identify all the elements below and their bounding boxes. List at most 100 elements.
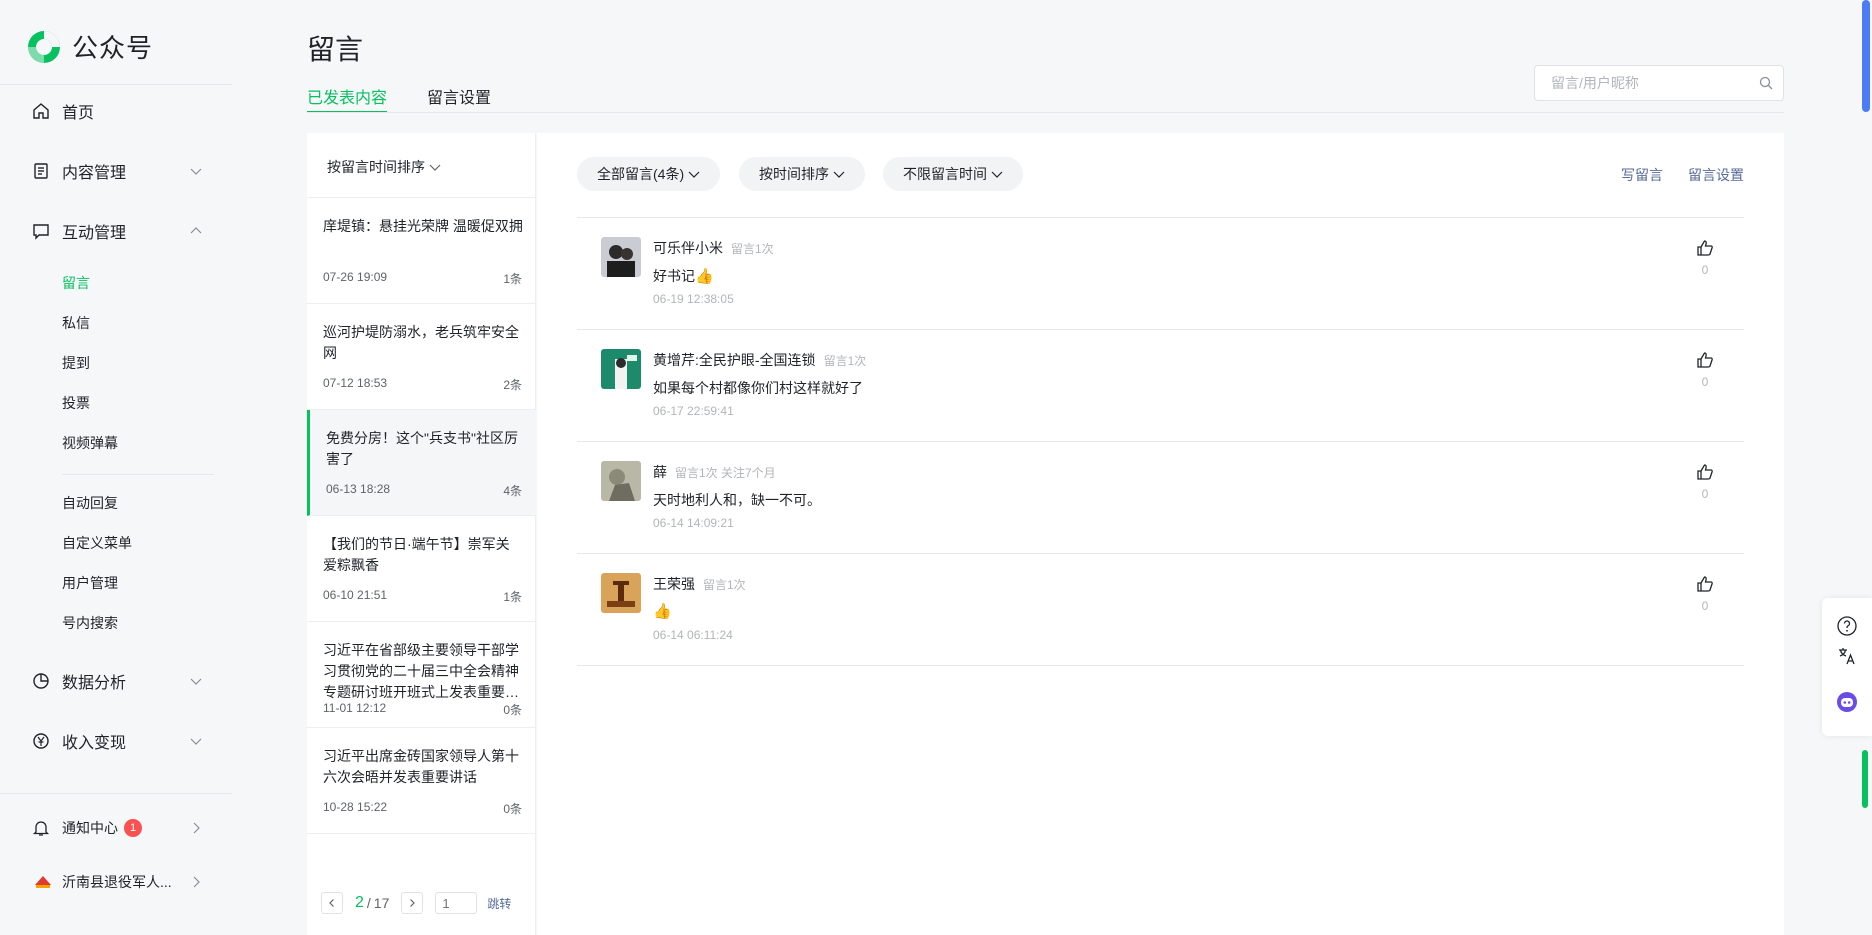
avatar[interactable] [601, 573, 641, 613]
comment-body: 天时地利人和，缺一不可。 [653, 492, 821, 508]
post-date: 06-13 18:28 [326, 482, 391, 496]
scrollbar-thumb[interactable] [1862, 0, 1870, 112]
search-input[interactable] [1551, 75, 1759, 91]
chevron-down-icon [991, 171, 1003, 178]
sidebar: 公众号 首页 内容管理 互动管理 留言 私信 提到 投票 视频弹幕 自动回复 自… [0, 0, 232, 935]
next-page-button[interactable] [401, 892, 424, 914]
comment-user[interactable]: 王荣强 留言1次 [653, 574, 746, 594]
user-name: 薛 [653, 464, 667, 480]
like-button[interactable]: 0 [1690, 462, 1720, 501]
comment-user[interactable]: 可乐伴小米 留言1次 [653, 238, 774, 258]
user-name: 黄增芹:全民护眼-全国连锁 [653, 352, 816, 368]
comment-user[interactable]: 薛留言1次 关注7个月 [653, 462, 776, 482]
user-meta: 留言1次 [823, 354, 867, 368]
page-separator: / [366, 895, 371, 911]
comment-item: 黄增芹:全民护眼-全国连锁 留言1次 如果每个村都像你们村这样就好了 06-17 … [577, 330, 1744, 441]
notification-center[interactable]: 通知中心 1 [32, 810, 202, 846]
like-button[interactable]: 0 [1690, 574, 1720, 613]
brand[interactable]: 公众号 [26, 28, 153, 65]
sidebar-item-interaction[interactable]: 互动管理 [32, 213, 202, 249]
like-button[interactable]: 0 [1690, 238, 1720, 277]
post-item[interactable]: 习近平出席金砖国家领导人第十六次会晤并发表重要讲话 10-28 15:22 0条 [307, 728, 536, 834]
search-box [1534, 65, 1784, 101]
sidebar-sub-danmaku[interactable]: 视频弹幕 [62, 431, 118, 455]
comments-panel: 全部留言(4条) 按时间排序 不限留言时间 写留言 留言设置 可乐伴小米 留言1次… [537, 133, 1784, 935]
filter-time-range[interactable]: 不限留言时间 [883, 157, 1023, 191]
assistant-bot-icon[interactable] [1835, 690, 1859, 714]
post-item[interactable]: 巡河护堤防溺水，老兵筑牢安全网 07-12 18:53 2条 [307, 304, 536, 410]
pagination: 2 / 17 跳转 [321, 891, 531, 915]
chevron-up-icon [190, 227, 202, 234]
comment-text: 👍 [653, 602, 672, 620]
tab-published[interactable]: 已发表内容 [307, 84, 388, 113]
avatar[interactable] [601, 461, 641, 501]
post-comment-count: 1条 [503, 590, 522, 604]
sidebar-sub-user-mgmt[interactable]: 用户管理 [62, 571, 118, 595]
document-icon [34, 163, 48, 179]
floating-toolbar [1822, 598, 1872, 736]
page-title: 留言 [307, 34, 364, 65]
post-item[interactable]: 习近平在省部级主要领导干部学习贯彻党的二十届三中全会精神专题研讨班开班式上发表重… [307, 622, 536, 728]
filter-label: 按时间排序 [759, 166, 829, 182]
tab-comment-settings[interactable]: 留言设置 [427, 84, 491, 108]
sidebar-sub-mentions[interactable]: 提到 [62, 351, 90, 375]
help-icon[interactable] [1835, 614, 1859, 638]
like-count: 0 [1701, 599, 1709, 613]
chevron-right-icon [410, 899, 416, 907]
sidebar-sub-votes[interactable]: 投票 [62, 391, 90, 415]
prev-page-button[interactable] [321, 892, 343, 914]
like-count: 0 [1701, 375, 1709, 389]
avatar[interactable] [601, 349, 641, 389]
total-pages: 17 [373, 895, 390, 911]
sidebar-item-content[interactable]: 内容管理 [32, 153, 202, 189]
post-item-selected[interactable]: 免费分房！这个"兵支书"社区厉害了 06-13 18:28 4条 [307, 410, 536, 516]
comment-time: 06-14 06:11:24 [653, 628, 733, 642]
thumbs-up-icon [1697, 240, 1713, 256]
filter-sort-time[interactable]: 按时间排序 [739, 157, 865, 191]
user-meta: 留言1次 [703, 578, 746, 592]
notification-label: 通知中心 [62, 820, 118, 836]
brand-name: 公众号 [72, 33, 154, 63]
comment-time: 06-17 22:59:41 [653, 404, 734, 418]
user-meta: 留言1次 [731, 242, 774, 256]
comment-settings-link[interactable]: 留言设置 [1688, 165, 1744, 185]
sidebar-item-label: 首页 [62, 105, 95, 122]
post-item[interactable]: 庠堤镇：悬挂光荣牌 温暖促双拥 07-26 19:09 1条 [307, 198, 536, 304]
sort-label: 按留言时间排序 [327, 159, 425, 175]
post-date: 10-28 15:22 [323, 800, 388, 814]
wechat-official-logo-icon [28, 30, 60, 63]
chevron-right-icon [193, 822, 200, 834]
page-number-input[interactable] [435, 892, 478, 914]
sort-dropdown[interactable]: 按留言时间排序 [327, 157, 441, 177]
sidebar-sub-custom-menu[interactable]: 自定义菜单 [62, 531, 132, 555]
translate-icon[interactable] [1835, 644, 1859, 668]
thumbs-up-icon [1697, 464, 1713, 480]
chevron-down-icon [190, 168, 202, 175]
comment-time: 06-14 14:09:21 [653, 516, 734, 530]
sidebar-sub-messages[interactable]: 私信 [62, 311, 90, 335]
account-switcher[interactable]: 沂南县退役军人... [32, 864, 202, 900]
like-button[interactable]: 0 [1690, 350, 1720, 389]
comment-user[interactable]: 黄增芹:全民护眼-全国连锁 留言1次 [653, 350, 866, 370]
post-item[interactable]: 【我们的节日·端午节】崇军关爱粽飘香 06-10 21:51 1条 [307, 516, 536, 622]
sidebar-sub-auto-reply[interactable]: 自动回复 [62, 491, 118, 515]
sidebar-sub-search[interactable]: 号内搜索 [62, 611, 118, 635]
sidebar-item-income[interactable]: 收入变现 [32, 723, 202, 759]
pie-chart-icon [33, 673, 49, 689]
filter-all-comments[interactable]: 全部留言(4条) [577, 157, 721, 191]
jump-button[interactable]: 跳转 [487, 895, 511, 912]
post-title: 免费分房！这个"兵支书"社区厉害了 [326, 430, 518, 467]
comment-text: 如果每个村都像你们村这样就好了 [653, 378, 863, 398]
post-comment-count: 0条 [503, 802, 522, 816]
comment-body: 好书记 [653, 268, 695, 284]
sidebar-item-analytics[interactable]: 数据分析 [32, 663, 202, 699]
write-comment-link[interactable]: 写留言 [1621, 165, 1663, 185]
search-icon[interactable] [1759, 76, 1773, 90]
scrollbar-indicator[interactable] [1862, 750, 1868, 808]
sidebar-sub-comments[interactable]: 留言 [62, 271, 90, 295]
current-page: 2 [355, 894, 364, 911]
comment-text: 天时地利人和，缺一不可。 [653, 490, 821, 510]
sidebar-item-label: 内容管理 [62, 165, 127, 182]
avatar[interactable] [601, 237, 641, 277]
sidebar-item-home[interactable]: 首页 [32, 93, 202, 129]
